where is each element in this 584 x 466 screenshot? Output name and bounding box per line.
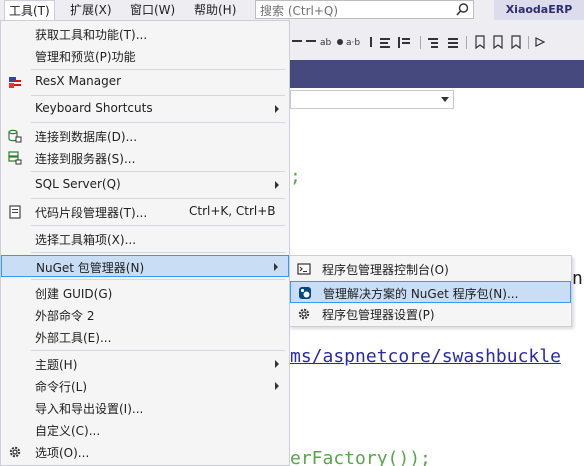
menu-item-external-command[interactable]: 外部命令 2: [1, 304, 289, 326]
menu-separator: [31, 350, 285, 351]
tools-menu: 获取工具和功能(T)... 管理和预览(P)功能 ResX Manager Ke…: [0, 20, 290, 466]
menu-item-label: 管理和预览(P)功能: [35, 50, 136, 64]
menu-item-label: 外部命令 2: [35, 309, 95, 323]
submenu-item-package-console[interactable]: 程序包管理器控制台(O): [290, 258, 571, 280]
submenu-item-label: 管理解决方案的 NuGet 程序包(N)...: [323, 287, 519, 301]
submenu-arrow-icon: [274, 263, 278, 271]
menu-item-resx-manager[interactable]: ResX Manager: [1, 71, 289, 93]
submenu-item-package-settings[interactable]: 程序包管理器设置(P): [290, 303, 571, 325]
menu-item-label: 外部工具(E)...: [35, 331, 112, 345]
menu-separator: [31, 95, 285, 96]
gear-icon: [298, 308, 310, 320]
menu-item-label: 导入和导出设置(I)...: [35, 402, 144, 416]
menu-item-command-line[interactable]: 命令行(L): [1, 375, 289, 397]
search-icon: [456, 3, 469, 16]
menu-item-get-tools[interactable]: 获取工具和功能(T)...: [1, 23, 289, 45]
menu-item-label: 选择工具箱项(X)...: [35, 233, 137, 247]
code-line-semicolon: ;: [290, 166, 301, 187]
server-connect-icon: [8, 151, 22, 165]
search-placeholder: 搜索 (Ctrl+Q): [260, 4, 339, 18]
menu-item-theme[interactable]: 主题(H): [1, 353, 289, 375]
menu-item-create-guid[interactable]: 创建 GUID(G): [1, 282, 289, 304]
search-input[interactable]: 搜索 (Ctrl+Q): [255, 0, 474, 19]
toolbar: ab a·b: [290, 20, 584, 60]
database-connect-icon: [8, 129, 22, 143]
menu-item-label: 代码片段管理器(T)...: [35, 206, 148, 220]
menu-item-shortcut: Ctrl+K, Ctrl+B: [189, 204, 276, 218]
resx-flag-icon: [9, 77, 21, 88]
submenu-arrow-icon: [275, 382, 279, 390]
snippet-icon: [9, 205, 21, 219]
svg-text:a·b: a·b: [346, 38, 360, 48]
menu-window[interactable]: 窗口(W): [126, 0, 179, 20]
menu-item-label: 创建 GUID(G): [35, 287, 113, 301]
menu-item-label: 主题(H): [35, 358, 78, 372]
code-line-factory: erFactory());: [290, 448, 431, 466]
submenu-arrow-icon: [275, 105, 279, 113]
menu-item-label: 自定义(C)...: [35, 424, 101, 438]
submenu-arrow-icon: [275, 181, 279, 189]
menu-tools[interactable]: 工具(T): [4, 0, 55, 21]
menu-separator: [31, 225, 285, 226]
chevron-down-icon: [441, 97, 449, 102]
menubar: 工具(T) 扩展(X) 窗口(W) 帮助(H) 搜索 (Ctrl+Q) Xiao…: [0, 0, 584, 21]
menu-item-sql-server[interactable]: SQL Server(Q): [1, 174, 289, 196]
menu-extensions[interactable]: 扩展(X): [66, 0, 116, 20]
app-title: XiaodaERP: [494, 0, 584, 20]
menu-item-label: 获取工具和功能(T)...: [35, 28, 148, 42]
code-line-fragment: ng: [572, 268, 584, 289]
menu-help[interactable]: 帮助(H): [190, 0, 240, 20]
menu-item-label: ResX Manager: [35, 74, 122, 88]
menu-item-manage-preview[interactable]: 管理和预览(P)功能: [1, 45, 289, 67]
menu-item-label: 选项(O)...: [35, 446, 90, 460]
menu-separator: [31, 198, 285, 199]
menu-item-label: Keyboard Shortcuts: [35, 101, 153, 115]
menu-item-connect-server[interactable]: 连接到服务器(S)...: [1, 147, 289, 169]
code-line-link[interactable]: ms/aspnetcore/swashbuckle: [290, 346, 561, 367]
menu-separator: [31, 279, 285, 280]
menu-item-keyboard-shortcuts[interactable]: Keyboard Shortcuts: [1, 98, 289, 120]
nuget-submenu: 程序包管理器控制台(O) 管理解决方案的 NuGet 程序包(N)... 程序包…: [289, 255, 572, 327]
menu-separator: [31, 69, 285, 70]
menu-item-options[interactable]: 选项(O)...: [1, 441, 289, 463]
submenu-item-label: 程序包管理器控制台(O): [322, 263, 449, 277]
menu-item-label: SQL Server(Q): [35, 177, 121, 191]
menu-separator: [31, 171, 285, 172]
console-icon: [297, 263, 311, 275]
navigation-combobox[interactable]: [290, 90, 454, 109]
menu-item-choose-toolbox[interactable]: 选择工具箱项(X)...: [1, 228, 289, 250]
toolbar-icons: ab a·b: [292, 35, 546, 50]
menu-separator: [31, 122, 285, 123]
submenu-item-manage-nuget[interactable]: 管理解决方案的 NuGet 程序包(N)...: [290, 281, 571, 303]
menu-item-nuget[interactable]: NuGet 包管理器(N): [1, 255, 289, 277]
document-tab-strip: [290, 60, 584, 88]
menu-item-label: NuGet 包管理器(N): [36, 261, 145, 275]
submenu-item-label: 程序包管理器设置(P): [322, 308, 435, 322]
menu-item-label: 命令行(L): [35, 380, 88, 394]
menu-item-snippet-manager[interactable]: 代码片段管理器(T)... Ctrl+K, Ctrl+B: [1, 201, 289, 223]
menu-item-import-export[interactable]: 导入和导出设置(I)...: [1, 397, 289, 419]
menu-item-connect-database[interactable]: 连接到数据库(D)...: [1, 125, 289, 147]
gear-icon: [9, 446, 21, 458]
nuget-icon: [299, 287, 311, 299]
menu-item-customize[interactable]: 自定义(C)...: [1, 419, 289, 441]
submenu-arrow-icon: [275, 360, 279, 368]
menu-separator: [31, 252, 285, 253]
svg-text:ab: ab: [320, 38, 332, 48]
menu-item-external-tools[interactable]: 外部工具(E)...: [1, 326, 289, 348]
menu-item-label: 连接到数据库(D)...: [35, 130, 138, 144]
menu-item-label: 连接到服务器(S)...: [35, 152, 136, 166]
